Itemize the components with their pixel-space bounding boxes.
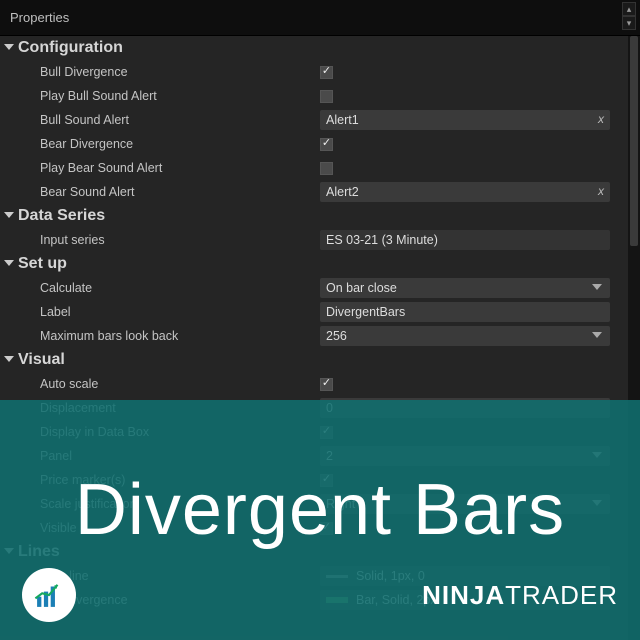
clear-icon[interactable]: x: [598, 112, 604, 126]
max-bars-select[interactable]: 256: [320, 326, 610, 346]
property-label: Play Bear Sound Alert: [0, 161, 320, 175]
row-calculate: Calculate On bar close: [0, 276, 628, 300]
property-label: Bull Sound Alert: [0, 113, 320, 127]
row-bull-sound-alert: Bull Sound Alert Alert1 x: [0, 108, 628, 132]
section-header: Visual: [18, 351, 65, 369]
overlay-title: Divergent Bars: [75, 469, 565, 551]
chevron-down-icon: [4, 356, 14, 362]
property-label: Auto scale: [0, 377, 320, 391]
auto-scale-checkbox[interactable]: [320, 378, 333, 391]
bull-divergence-checkbox[interactable]: [320, 66, 333, 79]
row-play-bull-sound: Play Bull Sound Alert: [0, 84, 628, 108]
chevron-down-icon: [592, 332, 602, 338]
titlebar-spinner: ▴ ▾: [622, 2, 636, 30]
bear-divergence-checkbox[interactable]: [320, 138, 333, 151]
row-play-bear-sound: Play Bear Sound Alert: [0, 156, 628, 180]
brand-thin: TRADER: [505, 580, 618, 610]
spinner-up-button[interactable]: ▴: [622, 2, 636, 16]
section-setup[interactable]: Set up: [0, 252, 628, 276]
row-auto-scale: Auto scale: [0, 372, 628, 396]
row-input-series: Input series ES 03-21 (3 Minute): [0, 228, 628, 252]
property-label: Input series: [0, 233, 320, 247]
brand-wordmark: NINJATRADER: [422, 580, 618, 611]
chevron-down-icon: [4, 44, 14, 50]
input-value: Alert2: [326, 185, 359, 199]
chevron-down-icon: [592, 284, 602, 290]
spinner-down-button[interactable]: ▾: [622, 16, 636, 30]
select-value: 256: [326, 329, 347, 343]
logo-badge: [22, 568, 76, 622]
window-title: Properties: [10, 10, 69, 25]
chevron-down-icon: [4, 260, 14, 266]
select-value: On bar close: [326, 281, 397, 295]
brand-bold: NINJA: [422, 580, 505, 610]
row-max-bars: Maximum bars look back 256: [0, 324, 628, 348]
bear-sound-alert-input[interactable]: Alert2 x: [320, 182, 610, 202]
section-visual[interactable]: Visual: [0, 348, 628, 372]
scrollbar-thumb[interactable]: [630, 36, 638, 246]
property-label: Play Bull Sound Alert: [0, 89, 320, 103]
section-configuration[interactable]: Configuration: [0, 36, 628, 60]
row-label: Label DivergentBars: [0, 300, 628, 324]
section-header: Set up: [18, 255, 67, 273]
promo-overlay: Divergent Bars NINJATRADER: [0, 400, 640, 640]
section-header: Data Series: [18, 207, 105, 225]
property-label: Bear Sound Alert: [0, 185, 320, 199]
bar-chart-icon: [32, 578, 66, 612]
row-bear-sound-alert: Bear Sound Alert Alert2 x: [0, 180, 628, 204]
property-label: Label: [0, 305, 320, 319]
clear-icon[interactable]: x: [598, 184, 604, 198]
bull-sound-alert-input[interactable]: Alert1 x: [320, 110, 610, 130]
row-bull-divergence: Bull Divergence: [0, 60, 628, 84]
chevron-down-icon: [4, 212, 14, 218]
play-bear-sound-checkbox[interactable]: [320, 162, 333, 175]
input-value: ES 03-21 (3 Minute): [326, 233, 438, 247]
input-series-field[interactable]: ES 03-21 (3 Minute): [320, 230, 610, 250]
row-bear-divergence: Bear Divergence: [0, 132, 628, 156]
titlebar: Properties ▴ ▾: [0, 0, 640, 36]
brand-row: NINJATRADER: [0, 568, 640, 622]
property-label: Calculate: [0, 281, 320, 295]
section-header: Configuration: [18, 39, 123, 57]
input-value: DivergentBars: [326, 305, 405, 319]
input-value: Alert1: [326, 113, 359, 127]
properties-window: Properties ▴ ▾ Configuration Bull Diverg…: [0, 0, 640, 640]
play-bull-sound-checkbox[interactable]: [320, 90, 333, 103]
property-label: Bear Divergence: [0, 137, 320, 151]
property-label: Bull Divergence: [0, 65, 320, 79]
calculate-select[interactable]: On bar close: [320, 278, 610, 298]
property-label: Maximum bars look back: [0, 329, 320, 343]
section-data-series[interactable]: Data Series: [0, 204, 628, 228]
label-input[interactable]: DivergentBars: [320, 302, 610, 322]
